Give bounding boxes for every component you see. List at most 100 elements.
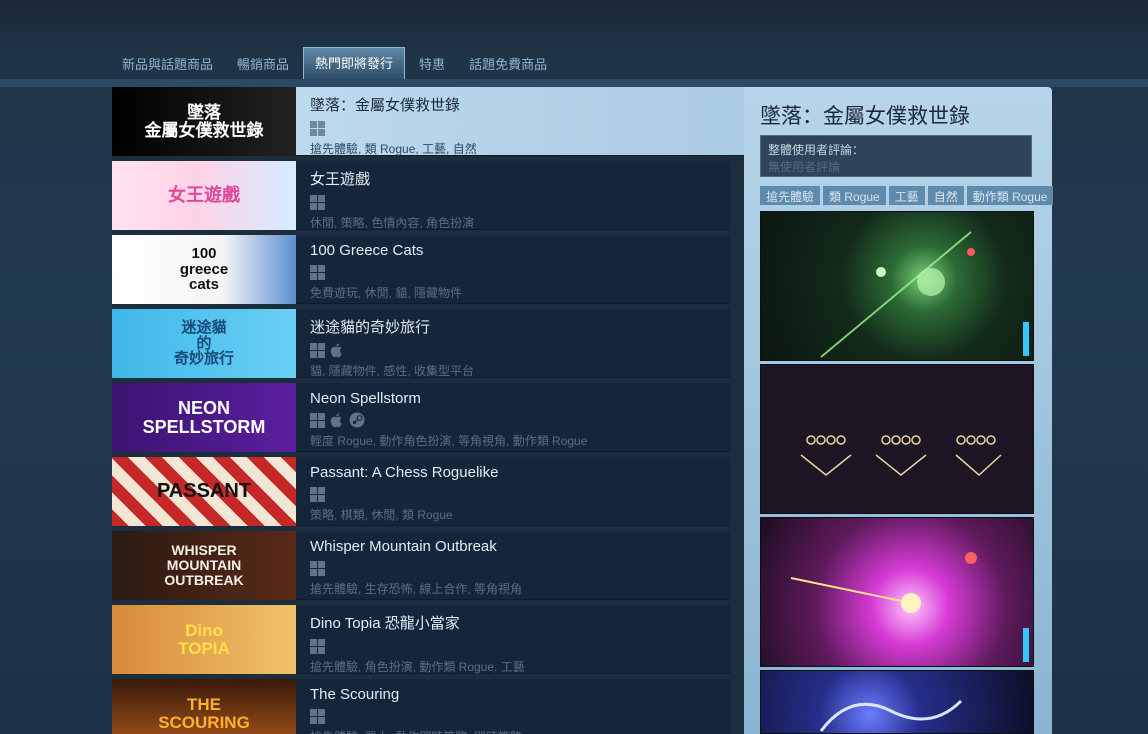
game-list: 墜落 金屬女僕救世錄 墜落：金屬女僕救世錄搶先體驗, 類 Rogue, 工藝, 自… (112, 87, 744, 734)
game-title: 迷途貓的奇妙旅行 (310, 319, 431, 336)
tab-top-sellers[interactable]: 暢銷商品 (227, 50, 299, 80)
game-row[interactable]: Dino TOPIA Dino Topia 恐龍小當家搶先體驗, 角色扮演, 動作… (112, 605, 730, 674)
screenshot-3[interactable] (760, 517, 1034, 667)
capsule-logo: 100 greece cats (179, 244, 229, 294)
game-capsule-image: Dino TOPIA (112, 605, 296, 674)
game-capsule-image: 100 greece cats (112, 235, 296, 304)
tab-new-trending[interactable]: 新品與話題商品 (112, 50, 223, 80)
game-title: 女王遊戲 (310, 171, 371, 188)
screenshot-4[interactable] (760, 670, 1034, 734)
screenshot-3-art (790, 552, 1029, 662)
windows-icon (310, 264, 325, 280)
apple-icon (330, 413, 342, 428)
preview-panel: 墜落：金屬女僕救世錄 整體使用者評論： 無使用者評論 搶先體驗 類 Rogue … (744, 87, 1054, 734)
game-tags: 搶先體驗, 單人, 動作即時策略, 即時策略 (310, 728, 722, 734)
screenshot-2[interactable] (760, 364, 1034, 514)
windows-icon (310, 120, 325, 136)
tab-popular-upcoming[interactable]: 熱門即將發行 (303, 47, 406, 80)
platform-icons (310, 342, 722, 358)
windows-icon (310, 560, 325, 576)
platform-icons (310, 120, 736, 136)
game-info: 100 Greece Cats 免費遊玩, 休閒, 貓, 隱藏物件 (310, 242, 722, 301)
game-tags: 免費遊玩, 休閒, 貓, 隱藏物件 (310, 286, 463, 300)
screenshot-4-art (819, 699, 963, 732)
capsule-logo: PASSANT (156, 480, 252, 502)
game-title: The Scouring (310, 686, 400, 703)
game-capsule-image: WHISPER MOUNTAIN OUTBREAK (112, 531, 296, 600)
preview-tag[interactable]: 類 Rogue (823, 186, 886, 205)
screenshot-1[interactable] (760, 211, 1034, 361)
platform-icons (310, 194, 722, 210)
game-row[interactable]: 墜落 金屬女僕救世錄 墜落：金屬女僕救世錄搶先體驗, 類 Rogue, 工藝, 自… (112, 87, 744, 156)
windows-icon (310, 708, 325, 724)
game-capsule-image: NEON SPELLSTORM (112, 383, 296, 452)
game-tags: 休閒, 策略, 色情內容, 角色扮演 (310, 216, 475, 230)
game-row[interactable]: PASSANT Passant: A Chess Roguelike 策略, 棋類,… (112, 457, 730, 526)
game-info: Passant: A Chess Roguelike 策略, 棋類, 休閒, 類 … (310, 464, 722, 523)
platform-icons (310, 264, 722, 280)
preview-title: 墜落：金屬女僕救世錄 (760, 105, 970, 128)
game-info: The Scouring 搶先體驗, 單人, 動作即時策略, 即時策略 (310, 686, 722, 734)
game-capsule-image: 迷途貓 的 奇妙旅行 (112, 309, 296, 378)
game-capsule-image: 女王遊戲 (112, 161, 296, 230)
game-info: 墜落：金屬女僕救世錄搶先體驗, 類 Rogue, 工藝, 自然 (310, 94, 736, 157)
game-title: 墜落：金屬女僕救世錄 (310, 97, 461, 114)
preview-tag[interactable]: 動作類 Rogue (966, 186, 1054, 205)
platform-icons (310, 638, 722, 654)
game-tags: 搶先體驗, 生存恐怖, 線上合作, 等角視角 (310, 582, 523, 596)
windows-icon (310, 486, 325, 502)
capsule-logo: WHISPER MOUNTAIN OUTBREAK (164, 542, 244, 588)
game-info: 女王遊戲休閒, 策略, 色情內容, 角色扮演 (310, 168, 722, 231)
preview-tag[interactable]: 自然 (927, 186, 964, 205)
windows-icon (310, 412, 325, 428)
game-capsule-image: 墜落 金屬女僕救世錄 (112, 87, 296, 156)
game-info: 迷途貓的奇妙旅行貓, 隱藏物件, 感性, 收集型平台 (310, 316, 722, 379)
tab-bar: 新品與話題商品 暢銷商品 熱門即將發行 特惠 話題免費商品 (112, 47, 557, 80)
game-capsule-image: THE SCOURING (112, 679, 296, 734)
capsule-logo: Dino TOPIA (178, 620, 230, 658)
game-row[interactable]: 迷途貓 的 奇妙旅行 迷途貓的奇妙旅行貓, 隱藏物件, 感性, 收集型平台 (112, 309, 730, 378)
platform-icons (310, 708, 722, 724)
game-tags: 貓, 隱藏物件, 感性, 收集型平台 (310, 364, 475, 378)
game-tags: 搶先體驗, 類 Rogue, 工藝, 自然 (310, 142, 477, 156)
game-title: Dino Topia 恐龍小當家 (310, 615, 460, 632)
game-info: Neon Spellstorm 輕度 Rogue, 動作角色扮演, 等角視角, 動… (310, 390, 722, 449)
game-tags: 輕度 Rogue, 動作角色扮演, 等角視角, 動作類 Rogue (310, 434, 588, 448)
game-capsule-image: PASSANT (112, 457, 296, 526)
preview-tags: 搶先體驗 類 Rogue 工藝 自然 動作類 Rogue (760, 186, 1054, 205)
review-value: 無使用者評論 (768, 160, 841, 174)
game-row[interactable]: THE SCOURING The Scouring 搶先體驗, 單人, 動作即時策略… (112, 679, 730, 734)
tab-trending-free[interactable]: 話題免費商品 (459, 50, 557, 80)
game-tags: 搶先體驗, 角色扮演, 動作類 Rogue, 工藝 (310, 660, 525, 674)
capsule-logo: THE SCOURING (158, 694, 250, 732)
windows-icon (310, 638, 325, 654)
game-row[interactable]: 100 greece cats 100 Greece Cats 免費遊玩, 休閒, … (112, 235, 730, 304)
review-label: 整體使用者評論： (768, 143, 865, 157)
platform-icons (310, 486, 722, 502)
preview-tag[interactable]: 工藝 (888, 186, 925, 205)
windows-icon (310, 342, 325, 358)
game-title: Whisper Mountain Outbreak (310, 538, 497, 555)
tab-underline (0, 79, 1148, 87)
game-title: 100 Greece Cats (310, 242, 424, 259)
review-summary: 整體使用者評論： 無使用者評論 (760, 135, 1032, 177)
capsule-logo: 女王遊戲 (168, 185, 240, 206)
game-info: Whisper Mountain Outbreak 搶先體驗, 生存恐怖, 線上合… (310, 538, 722, 597)
platform-icons (310, 560, 722, 576)
capsule-logo: NEON SPELLSTORM (142, 397, 266, 437)
game-title: Neon Spellstorm (310, 390, 421, 407)
capsule-logo: 墜落 金屬女僕救世錄 (144, 102, 264, 140)
apple-icon (330, 343, 342, 358)
game-row[interactable]: NEON SPELLSTORM Neon Spellstorm 輕度 Rogue, … (112, 383, 730, 452)
steamos-icon (349, 412, 365, 428)
windows-icon (310, 194, 325, 210)
game-row[interactable]: 女王遊戲 女王遊戲 休閒, 策略, 色情內容, 角色扮演 (112, 161, 730, 230)
capsule-logo: 迷途貓 的 奇妙旅行 (173, 318, 234, 368)
game-tags: 策略, 棋類, 休閒, 類 Rogue (310, 508, 453, 522)
game-row[interactable]: WHISPER MOUNTAIN OUTBREAK Whisper Mountai… (112, 531, 730, 600)
tab-specials[interactable]: 特惠 (409, 50, 455, 80)
preview-tag[interactable]: 搶先體驗 (760, 186, 821, 205)
game-info: Dino Topia 恐龍小當家搶先體驗, 角色扮演, 動作類 Rogue, 工… (310, 612, 722, 675)
screenshot-1-art (820, 231, 1029, 358)
screenshot-2-art (800, 435, 1002, 477)
